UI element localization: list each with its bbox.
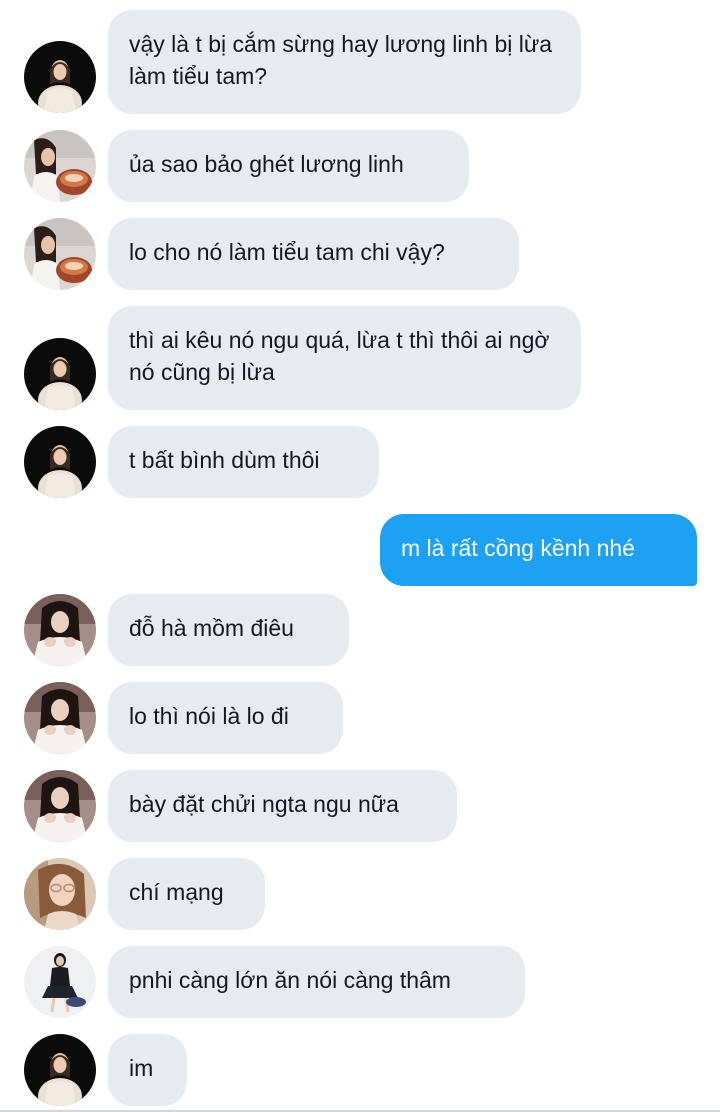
avatar-dark-girl[interactable] <box>24 41 96 113</box>
avatar-girl-white-sweater[interactable] <box>24 594 96 666</box>
avatar-girl-white-sweater[interactable] <box>24 770 96 842</box>
avatar-dark-girl[interactable] <box>24 338 96 410</box>
avatar-girl-white-sweater[interactable] <box>24 682 96 754</box>
avatar-girl-food[interactable] <box>24 218 96 290</box>
message-bubble: t bất bình dùm thôi <box>108 426 379 498</box>
message-row: thì ai kêu nó ngu quá, lừa t thì thôi ai… <box>0 306 720 410</box>
message-row: bày đặt chửi ngta ngu nữa <box>0 770 720 842</box>
message-row: t bất bình dùm thôi <box>0 426 720 498</box>
avatar-dark-girl[interactable] <box>24 426 96 498</box>
message-row: ủa sao bảo ghét lương linh <box>0 130 720 202</box>
message-bubble: lo thì nói là lo đi <box>108 682 343 754</box>
message-bubble: bày đặt chửi ngta ngu nữa <box>108 770 457 842</box>
avatar-girl-food[interactable] <box>24 130 96 202</box>
message-row: chí mạng <box>0 858 720 930</box>
message-bubble: ủa sao bảo ghét lương linh <box>108 130 469 202</box>
message-bubble: vậy là t bị cắm sừng hay lương linh bị l… <box>108 10 581 114</box>
message-bubble: thì ai kêu nó ngu quá, lừa t thì thôi ai… <box>108 306 581 410</box>
message-bubble: chí mạng <box>108 858 265 930</box>
message-row: đỗ hà mồm điêu <box>0 594 720 666</box>
avatar-dark-girl[interactable] <box>24 1034 96 1106</box>
message-row: vậy là t bị cắm sừng hay lương linh bị l… <box>0 10 720 114</box>
message-bubble: im <box>108 1034 187 1106</box>
message-bubble-outgoing: m là rất cồng kềnh nhé <box>380 514 697 586</box>
message-row: lo cho nó làm tiểu tam chi vậy? <box>0 218 720 290</box>
message-bubble: đỗ hà mồm điêu <box>108 594 349 666</box>
message-row: pnhi càng lớn ăn nói càng thâm <box>0 946 720 1018</box>
avatar-girl-glasses[interactable] <box>24 858 96 930</box>
message-row: lo thì nói là lo đi <box>0 682 720 754</box>
message-row-outgoing: m là rất cồng kềnh nhé <box>0 514 720 586</box>
message-row: im <box>0 1034 720 1106</box>
message-bubble: pnhi càng lớn ăn nói càng thâm <box>108 946 525 1018</box>
avatar-girl-black-dress[interactable] <box>24 946 96 1018</box>
message-bubble: lo cho nó làm tiểu tam chi vậy? <box>108 218 519 290</box>
